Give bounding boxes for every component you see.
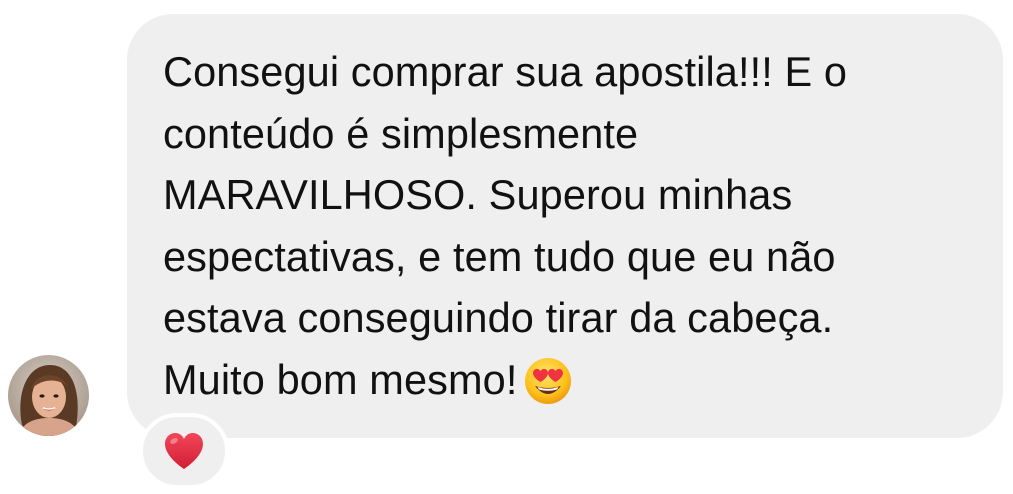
sender-avatar[interactable] [8,355,89,436]
message-bubble[interactable]: Consegui comprar sua apostila!!! E o con… [127,14,1003,438]
message-line: Consegui comprar sua apostila!!! E o [163,48,848,95]
reaction-badge[interactable] [139,413,229,489]
avatar-photo-icon [8,355,89,436]
message-line: conteúdo é simplesmente [163,109,639,157]
message-line: estava conseguindo tirar da cabeça. [163,294,834,341]
message-line: Muito bom mesmo! [163,355,518,403]
message-line: MARAVILHOSO. Superou minhas [163,171,793,218]
heart-icon [162,431,206,471]
message-line: espectativas, e tem tudo que eu não [163,232,836,280]
message-line-last: Muito bom mesmo! [163,349,967,411]
heart-eyes-emoji-icon [523,356,573,406]
message-text: Consegui comprar sua apostila!!! E o con… [163,41,967,410]
